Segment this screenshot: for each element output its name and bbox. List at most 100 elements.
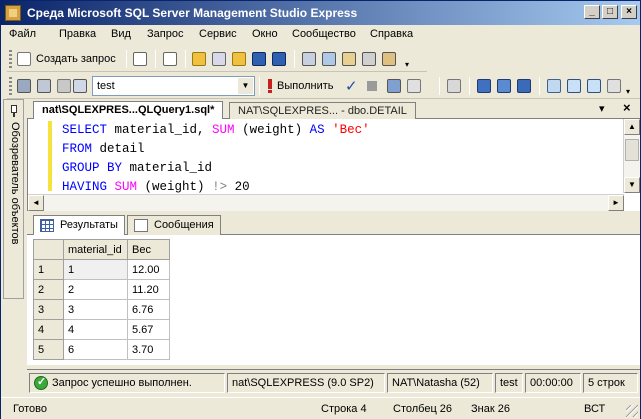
- menu-file[interactable]: Файл: [9, 28, 36, 40]
- pin-icon[interactable]: [8, 104, 20, 118]
- object-explorer-icon[interactable]: [320, 50, 338, 68]
- table-row[interactable]: 5 6 3.70: [33, 339, 170, 360]
- save-all-icon[interactable]: [270, 50, 288, 68]
- toolbar-overflow-icon[interactable]: ▾: [625, 77, 635, 96]
- scroll-down-icon[interactable]: ▼: [624, 177, 640, 193]
- save-icon[interactable]: [250, 50, 268, 68]
- toolbar-overflow-icon[interactable]: ▾: [402, 50, 414, 69]
- menu-window[interactable]: Окно: [252, 28, 278, 40]
- scroll-up-icon[interactable]: ▲: [624, 119, 640, 135]
- tab-list-dropdown-icon[interactable]: ▾: [599, 102, 605, 115]
- row-number[interactable]: 4: [33, 319, 64, 340]
- client-stats-icon[interactable]: [495, 77, 513, 95]
- cell-ves[interactable]: 12.00: [127, 259, 170, 280]
- object-explorer-tab[interactable]: Обозреватель объектов: [3, 99, 24, 299]
- template-explorer-icon[interactable]: [340, 50, 358, 68]
- cell-ves[interactable]: 5.67: [127, 319, 170, 340]
- toolbox-icon[interactable]: [380, 50, 398, 68]
- cell-material-id[interactable]: 3: [63, 299, 128, 320]
- code-line[interactable]: FROM detail: [62, 140, 370, 159]
- connect-icon[interactable]: [15, 77, 33, 95]
- table-row[interactable]: 4 4 5.67: [33, 319, 170, 340]
- menu-view[interactable]: Вид: [111, 28, 131, 40]
- table-row[interactable]: 2 2 11.20: [33, 279, 170, 300]
- close-tab-icon[interactable]: ×: [623, 100, 631, 115]
- disconnect-icon[interactable]: [35, 77, 53, 95]
- results-to-text-icon[interactable]: [515, 77, 533, 95]
- menu-query[interactable]: Запрос: [147, 28, 183, 40]
- results-grid[interactable]: material_id Вес 1 1 12.00 2 2 11.20 3 3 …: [27, 235, 640, 365]
- editor-horizontal-scrollbar[interactable]: ◄ ►: [28, 194, 624, 211]
- maximize-button[interactable]: □: [602, 5, 618, 19]
- tab-results[interactable]: Результаты: [33, 215, 125, 235]
- row-number[interactable]: 2: [33, 279, 64, 300]
- resize-grip[interactable]: [626, 405, 638, 417]
- cell-material-id[interactable]: 2: [63, 279, 128, 300]
- column-header-material-id[interactable]: material_id: [63, 239, 128, 260]
- tab-sqlquery1[interactable]: nat\SQLEXPRES...QLQuery1.sql*: [33, 101, 224, 119]
- standard-toolbar: Создать запрос ▾: [7, 46, 427, 72]
- menu-help[interactable]: Справка: [370, 28, 413, 40]
- row-number[interactable]: 3: [33, 299, 64, 320]
- cell-material-id[interactable]: 1: [63, 259, 128, 280]
- scroll-left-icon[interactable]: ◄: [28, 195, 44, 211]
- cell-material-id[interactable]: 6: [63, 339, 128, 360]
- tab-messages[interactable]: Сообщения: [127, 215, 221, 235]
- chevron-down-icon[interactable]: ▼: [238, 78, 253, 94]
- cell-ves[interactable]: 6.76: [127, 299, 170, 320]
- include-plan-icon[interactable]: [475, 77, 493, 95]
- tab-dbo-detail[interactable]: NAT\SQLEXPRES... - dbo.DETAIL: [229, 102, 416, 120]
- row-number[interactable]: 1: [33, 259, 64, 280]
- menu-tools[interactable]: Сервис: [199, 28, 237, 40]
- row-number[interactable]: 5: [33, 339, 64, 360]
- ssms-app-icon[interactable]: [5, 5, 21, 21]
- code-line[interactable]: SELECT material_id, SUM (weight) AS 'Вес…: [62, 121, 370, 140]
- query-options-icon[interactable]: [445, 77, 463, 95]
- scroll-thumb[interactable]: [625, 139, 639, 161]
- object-explorer-label: Обозреватель объектов: [9, 122, 21, 245]
- table-row[interactable]: 1 1 12.00: [33, 259, 170, 280]
- menu-community[interactable]: Сообщество: [292, 28, 356, 40]
- open-folder-icon[interactable]: [190, 50, 208, 68]
- cell-ves[interactable]: 3.70: [127, 339, 170, 360]
- cancel-query-icon[interactable]: [363, 77, 381, 95]
- execute-icon[interactable]: [263, 77, 277, 95]
- registered-server-icon[interactable]: [71, 77, 89, 95]
- cell-ves[interactable]: 11.20: [127, 279, 170, 300]
- open-script-icon[interactable]: [210, 50, 228, 68]
- parse-check-icon[interactable]: ✓: [343, 77, 361, 95]
- code-token: 'Вес': [332, 123, 370, 137]
- column-header-ves[interactable]: Вес: [127, 239, 170, 260]
- design-query-icon[interactable]: [405, 77, 423, 95]
- minimize-button[interactable]: _: [584, 5, 600, 19]
- database-select[interactable]: test ▼: [92, 76, 255, 96]
- properties-icon[interactable]: [360, 50, 378, 68]
- scroll-right-icon[interactable]: ►: [608, 195, 624, 211]
- new-file-icon[interactable]: [131, 50, 149, 68]
- open-project-icon[interactable]: [230, 50, 248, 68]
- sql-editor[interactable]: SELECT material_id, SUM (weight) AS 'Вес…: [27, 119, 640, 211]
- code-line[interactable]: GROUP BY material_id: [62, 159, 370, 178]
- query-status-bar: Запрос успешно выполнен. nat\SQLEXPRESS …: [27, 369, 640, 393]
- corner-cell[interactable]: [33, 239, 64, 260]
- results-to-grid-icon[interactable]: [565, 77, 583, 95]
- editor-vertical-scrollbar[interactable]: ▲ ▼: [623, 119, 640, 193]
- table-row[interactable]: 3 3 6.76: [33, 299, 170, 320]
- title-bar[interactable]: Среда Microsoft SQL Server Management St…: [1, 1, 640, 25]
- results-to-file-icon[interactable]: [545, 77, 563, 95]
- sql-code[interactable]: SELECT material_id, SUM (weight) AS 'Вес…: [62, 121, 370, 197]
- execute-label[interactable]: Выполнить: [277, 80, 333, 92]
- cell-material-id[interactable]: 4: [63, 319, 128, 340]
- registered-servers-icon[interactable]: [300, 50, 318, 68]
- estimated-plan-icon[interactable]: [385, 77, 403, 95]
- open-file-icon[interactable]: [161, 50, 179, 68]
- toolbar-grip[interactable]: [9, 50, 12, 68]
- close-button[interactable]: ×: [621, 5, 637, 19]
- uncomment-lines-icon[interactable]: [605, 77, 623, 95]
- code-token: (weight): [137, 180, 213, 194]
- menu-edit[interactable]: Правка: [59, 28, 96, 40]
- comment-lines-icon[interactable]: [585, 77, 603, 95]
- toolbar-grip[interactable]: [9, 77, 12, 95]
- new-query-icon[interactable]: [15, 50, 33, 68]
- new-query-label[interactable]: Создать запрос: [36, 53, 116, 65]
